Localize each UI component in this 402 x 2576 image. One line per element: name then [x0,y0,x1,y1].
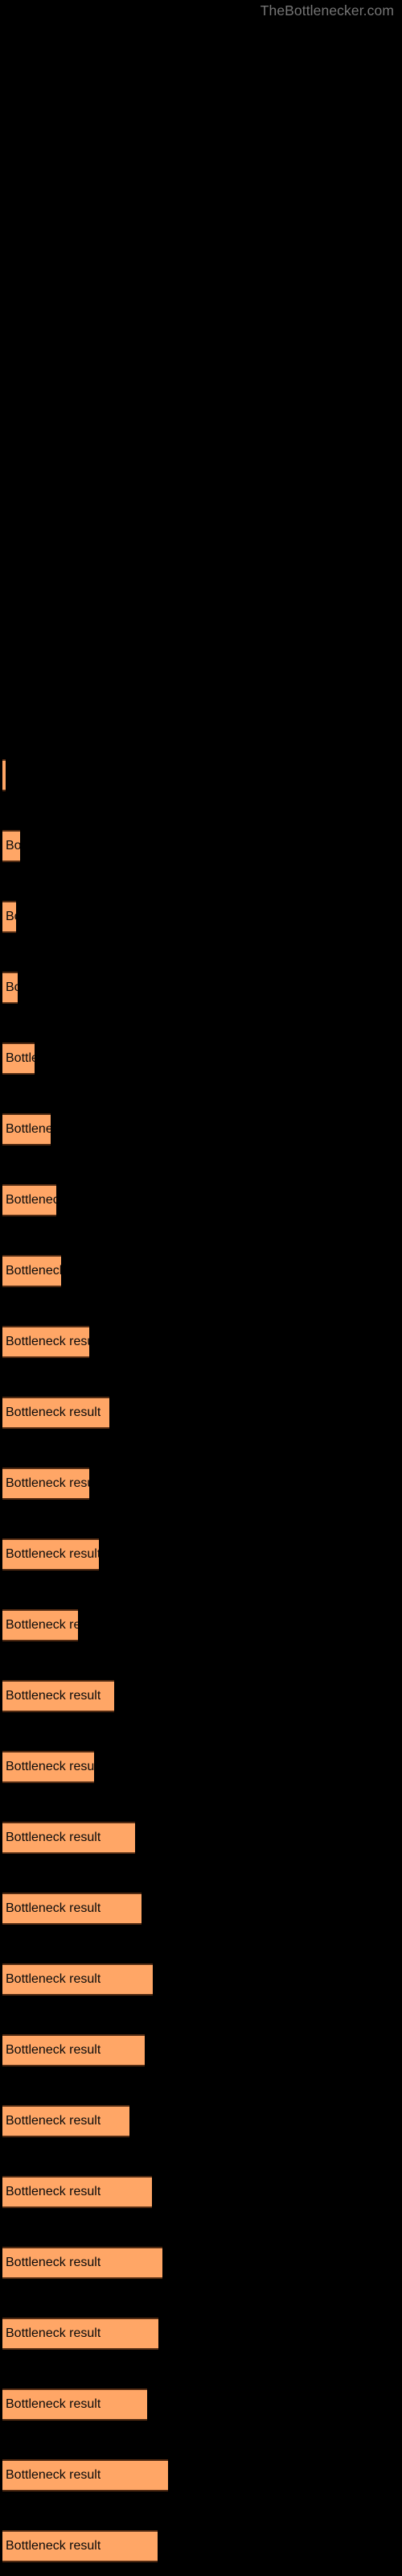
bar-label-clip: Bottleneck result [2,2105,129,2137]
bar-row: Bottleneck result [0,1042,402,1075]
bar-row: Bottleneck result [0,2459,402,2491]
bar-row: Bottleneck result [0,1184,402,1216]
bar-label-clip: Bottleneck result [2,1822,135,1854]
bar-row: Bottleneck result [0,2318,402,2350]
bar-label: Bottleneck result [6,1901,101,1915]
bar-row: Bottleneck result [0,2176,402,2208]
bar-row: Bottleneck result [0,2530,402,2562]
bar-label: Bottleneck result [6,1335,89,1348]
bar-label: Bottleneck result [6,1689,101,1703]
bar-row: Bottleneck result [0,972,402,1004]
bar-label: Bottleneck result [6,1193,56,1207]
bar-row: Bottleneck result [0,1822,402,1854]
bar-row: Bottleneck result [0,1326,402,1358]
bar-row: Bottleneck result [0,2247,402,2279]
bar-label-clip: Bottleneck result [2,2530,158,2562]
bar-chart-plot-area: Bottleneck result Bottleneck result Bottle… [0,0,402,2576]
bar-label-clip: Bottleneck result [2,2034,145,2066]
bar-label: Bottleneck result [6,1406,101,1419]
bar-label-clip: Bottleneck result [2,1751,94,1783]
bar-row: Bottleneck result [0,1468,402,1500]
chart-root: TheBottlenecker.com Bottleneck resultBot… [0,0,402,2576]
bar-label-clip: Bottleneck result [2,1255,61,1287]
bar-label-clip: Bottleneck result [2,1184,56,1216]
bar-row: Bottleneck result [0,901,402,933]
bar-label-clip: Bottleneck result [2,2388,147,2421]
bar-label: Bottleneck result [6,1972,101,1986]
bar-label: Bottleneck result [6,1831,101,1844]
bar-row: Bottleneck result [0,1893,402,1925]
bar-label: Bottleneck result [6,2114,101,2128]
bar-label: Bottleneck result [6,1264,61,1278]
bar-row: Bottleneck result [0,830,402,862]
bar-label: Bottleneck result [6,2185,101,2198]
bar-label: Bottleneck result [6,1618,78,1632]
bar-label: Bottleneck result [6,1122,51,1136]
bar-label-clip: Bottleneck result [2,830,20,862]
bar-label-clip: Bottleneck result [2,1468,89,1500]
bar-label: Bottleneck result [6,1760,94,1773]
bar-label-clip: Bottleneck result [2,1397,109,1429]
bar-row: Bottleneck result [0,2105,402,2137]
bar-label-clip: Bottleneck result [2,901,16,933]
bar-label-clip: Bottleneck result [2,1113,51,1146]
bar-label-clip: Bottleneck result [2,1042,35,1075]
bar-label-clip: Bottleneck result [2,1326,89,1358]
bar-row: Bottleneck result [0,2388,402,2421]
bar-row: Bottleneck result [0,1751,402,1783]
bar-row: Bottleneck result [0,1538,402,1571]
bar-label: Bottleneck result [6,2539,101,2553]
bar-row: Bottleneck result [0,1963,402,1996]
bar-row: Bottleneck result [0,1255,402,1287]
bar-label: Bottleneck result [6,910,16,923]
bar-row: Bottleneck result [0,1397,402,1429]
bar-row: Bottleneck result [0,1609,402,1641]
bar-label: Bottleneck result [6,2468,101,2482]
bar-label: Bottleneck result [6,1547,99,1561]
bar-label-clip: Bottleneck result [2,1963,153,1996]
bar-label: Bottleneck result [6,1051,35,1065]
bar-label-clip: Bottleneck result [2,759,6,791]
bar-label-clip: Bottleneck result [2,2459,168,2491]
bar-label: Bottleneck result [6,1476,89,1490]
bar-label-clip: Bottleneck result [2,1680,114,1712]
bar-label-clip: Bottleneck result [2,2318,158,2350]
bar-label: Bottleneck result [6,2043,101,2057]
bar-label: Bottleneck result [6,980,18,994]
bar-label-clip: Bottleneck result [2,2176,152,2208]
bar-label-clip: Bottleneck result [2,972,18,1004]
bar-row: Bottleneck result [0,1680,402,1712]
bar-label: Bottleneck result [6,839,20,852]
bar-label-clip: Bottleneck result [2,1609,78,1641]
bar-row: Bottleneck result [0,2034,402,2066]
bar-row: Bottleneck result [0,1113,402,1146]
bar-row: Bottleneck result [0,759,402,791]
bar-label: Bottleneck result [6,2397,101,2411]
bar-label-clip: Bottleneck result [2,1538,99,1571]
bar-label-clip: Bottleneck result [2,2247,162,2279]
bar-label-clip: Bottleneck result [2,1893,142,1925]
bar-label: Bottleneck result [6,2326,101,2340]
bar-label: Bottleneck result [6,2256,101,2269]
